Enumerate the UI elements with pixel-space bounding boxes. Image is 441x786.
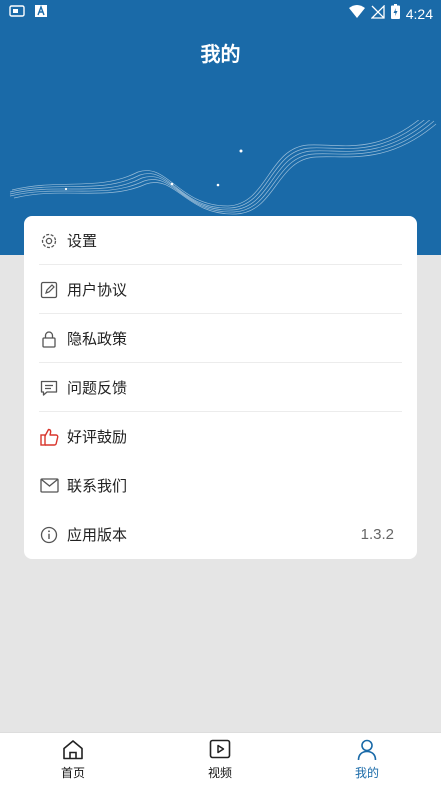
tab-label: 我的 [354,766,379,780]
menu-item-app-version[interactable]: 应用版本 1.3.2 [39,510,402,559]
app-version-value: 1.3.2 [360,526,394,543]
tab-label: 首页 [60,766,85,780]
decorative-wave [9,120,437,215]
tab-video[interactable]: 视频 [180,739,260,781]
menu-item-label: 联系我们 [67,477,128,495]
status-time: 4:24 [405,5,433,22]
menu-item-label: 应用版本 [67,526,128,544]
battery-charging-icon [390,4,400,23]
bottom-tab-bar: 首页 视频 我的 [0,732,441,786]
tab-mine[interactable]: 我的 [327,739,407,781]
tab-label: 视频 [207,766,232,780]
menu-item-label: 好评鼓励 [67,428,128,446]
menu-item-user-agreement[interactable]: 用户协议 [39,265,402,314]
tab-home[interactable]: 首页 [33,739,113,781]
menu-card: 设置 用户协议 隐私政策 问题反馈 好评鼓励 联系我们 应用版本 1.3.2 [24,216,417,559]
menu-item-privacy-policy[interactable]: 隐私政策 [39,314,402,363]
video-icon [180,739,260,761]
cast-icon [9,5,25,21]
wifi-icon [348,4,365,23]
message-icon [39,378,59,398]
a-notification-icon [35,5,47,21]
user-icon [327,739,407,761]
menu-item-label: 设置 [67,232,98,250]
no-signal-icon [370,3,385,23]
lock-icon [39,329,59,349]
menu-item-settings[interactable]: 设置 [39,216,402,265]
menu-item-feedback[interactable]: 问题反馈 [39,363,402,412]
gear-icon [39,231,59,251]
home-icon [33,739,113,761]
menu-item-contact-us[interactable]: 联系我们 [39,461,402,510]
menu-item-rate-us[interactable]: 好评鼓励 [39,412,402,461]
mail-icon [39,476,59,496]
menu-item-label: 隐私政策 [67,330,128,348]
page-title: 我的 [200,42,241,66]
edit-icon [39,280,59,300]
info-icon [39,525,59,545]
menu-item-label: 用户协议 [67,281,128,299]
status-bar: 4:24 [0,0,441,26]
menu-item-label: 问题反馈 [67,379,128,397]
thumbs-up-icon [39,427,59,447]
